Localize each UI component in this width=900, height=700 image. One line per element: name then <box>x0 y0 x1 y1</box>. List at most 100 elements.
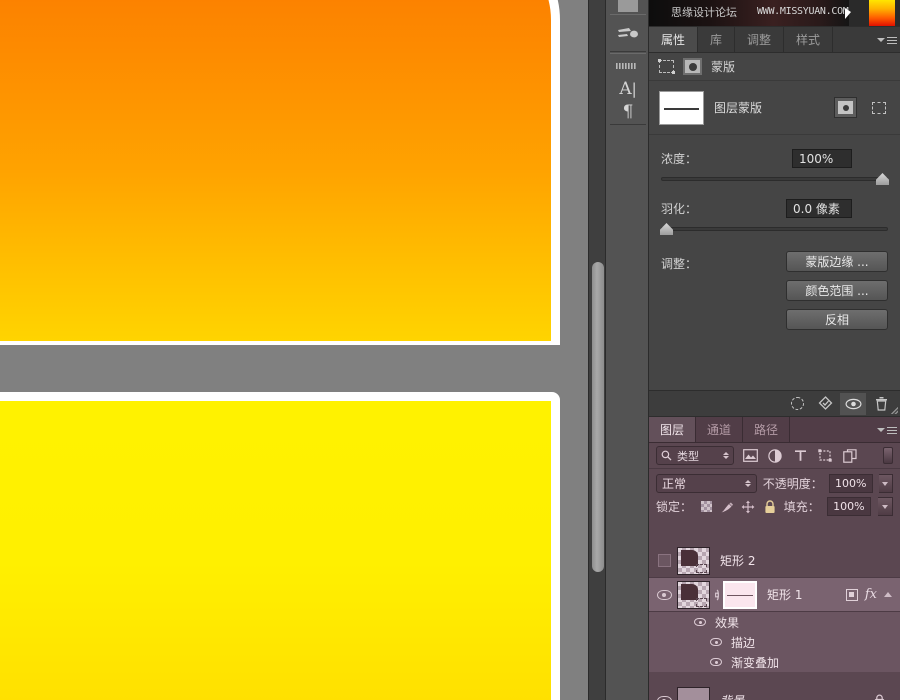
properties-panel: 属性 库 调整 样式 蒙版 图层蒙版 浓度： 100% 羽化： 0.0 像素 调… <box>649 26 900 416</box>
select-pixel-mask-button[interactable] <box>834 97 857 118</box>
layer-visibility-toggle[interactable] <box>651 554 677 567</box>
character-panel-icon[interactable]: A | <box>612 77 644 100</box>
properties-panel-menu-icon[interactable] <box>877 33 897 47</box>
panel-resize-grip[interactable] <box>889 405 898 414</box>
blend-mode-dropdown[interactable]: 正常 <box>656 474 757 493</box>
canvas-gap-band <box>0 345 560 385</box>
vector-mask-icon[interactable] <box>658 59 675 74</box>
density-slider-knob[interactable] <box>876 173 889 185</box>
table-row[interactable]: 背景 <box>649 684 900 700</box>
feather-slider-track[interactable] <box>660 223 888 235</box>
layer-thumbnail[interactable] <box>677 686 710 700</box>
fill-value-input[interactable]: 100% <box>826 497 871 516</box>
filter-shape-icon[interactable] <box>816 447 834 465</box>
canvas-vertical-scrollbar[interactable] <box>588 0 606 700</box>
brush-swatches-icon[interactable] <box>612 18 644 48</box>
dock-group-brush[interactable] <box>610 14 646 52</box>
tab-properties[interactable]: 属性 <box>649 27 699 52</box>
filter-type-text-icon[interactable] <box>791 447 809 465</box>
feather-slider-knob[interactable] <box>660 223 673 235</box>
layer-effect-gradient-overlay[interactable]: 渐变叠加 <box>649 652 900 672</box>
photoshop-window: A| ¶ 思缘设计论坛 WWW.MISSYUAN.COM 属性 库 调整 样式 <box>0 0 900 700</box>
mask-edge-button[interactable]: 蒙版边缘 ... <box>786 251 888 272</box>
dock-group-type[interactable]: A | ¶ <box>610 53 646 125</box>
layer-thumbnail[interactable] <box>677 580 710 609</box>
filter-enable-toggle[interactable] <box>883 447 893 464</box>
gradient-overlay-visibility-toggle[interactable] <box>709 657 723 667</box>
lock-image-icon[interactable] <box>720 499 734 514</box>
blend-mode-row: 正常 不透明度： 100% <box>649 472 900 495</box>
tab-layers[interactable]: 图层 <box>649 417 697 442</box>
watermark-site-name: 思缘设计论坛 <box>671 6 737 19</box>
canvas-shape-orange-rectangle[interactable] <box>0 0 560 350</box>
mask-link-icon[interactable] <box>710 588 723 602</box>
layers-panel: 图层 通道 路径 类型 正常 不透明度： 100% 锁定： 填充： 100% 矩… <box>649 416 900 700</box>
color-range-button[interactable]: 颜色范围 ... <box>786 280 888 301</box>
pixel-mask-icon[interactable] <box>683 58 702 75</box>
layer-mask-thumbnail-row[interactable] <box>723 580 757 609</box>
density-label: 浓度： <box>661 152 698 166</box>
invert-button[interactable]: 反相 <box>786 309 888 330</box>
lock-position-icon[interactable] <box>741 499 755 514</box>
tab-paths[interactable]: 路径 <box>743 417 791 442</box>
layer-effect-stroke[interactable]: 描边 <box>649 632 900 652</box>
density-value-input[interactable]: 100% <box>792 149 852 168</box>
load-selection-from-mask-icon[interactable] <box>784 393 810 415</box>
layer-list: 矩形 2 矩形 1 fx 效果 描边 渐变叠加 <box>649 544 900 700</box>
layer-mask-thumbnail[interactable] <box>659 90 704 125</box>
layer-name[interactable]: 矩形 1 <box>757 586 846 603</box>
character-panel-strip-icon <box>612 54 644 77</box>
properties-tab-bar[interactable]: 属性 库 调整 样式 <box>649 27 900 53</box>
feather-control: 羽化： 0.0 像素 <box>649 185 900 235</box>
filter-pixel-icon[interactable] <box>741 447 759 465</box>
layer-name[interactable]: 背景 <box>710 692 872 700</box>
density-control: 浓度： 100% <box>649 135 900 185</box>
paragraph-panel-icon[interactable]: ¶ <box>612 101 644 124</box>
fill-stepper-arrow[interactable] <box>877 497 893 516</box>
filter-smart-object-icon[interactable] <box>841 447 859 465</box>
fx-badge-icon[interactable]: fx <box>865 587 877 602</box>
layer-effects-group[interactable]: 效果 <box>649 612 900 632</box>
right-panel-dock: 思缘设计论坛 WWW.MISSYUAN.COM 属性 库 调整 样式 蒙版 图层… <box>649 0 900 700</box>
tab-libraries[interactable]: 库 <box>698 27 736 52</box>
opacity-value-input[interactable]: 100% <box>828 474 873 493</box>
lock-label: 锁定： <box>656 500 693 514</box>
tab-adjustments[interactable]: 调整 <box>735 27 785 52</box>
table-row[interactable]: 矩形 1 fx <box>649 578 900 612</box>
canvas-document-area[interactable] <box>0 0 588 700</box>
layers-tab-bar[interactable]: 图层 通道 路径 <box>649 417 900 443</box>
select-vector-mask-button[interactable] <box>867 97 890 118</box>
dock-top-stub <box>618 0 638 12</box>
tab-channels[interactable]: 通道 <box>696 417 744 442</box>
opacity-label: 不透明度： <box>762 477 823 491</box>
feather-value-input[interactable]: 0.0 像素 <box>786 199 852 218</box>
table-row[interactable]: 矩形 2 <box>649 544 900 578</box>
layers-panel-menu-icon[interactable] <box>877 423 897 437</box>
filter-type-dropdown[interactable]: 类型 <box>656 446 734 465</box>
apply-mask-icon[interactable] <box>812 393 838 415</box>
density-slider-track[interactable] <box>661 173 889 185</box>
blend-mode-value: 正常 <box>662 477 687 491</box>
feather-label: 羽化： <box>661 202 698 216</box>
layer-visibility-toggle[interactable] <box>651 695 677 700</box>
scrollbar-thumb[interactable] <box>592 262 604 572</box>
toggle-mask-visibility-icon[interactable] <box>840 392 866 415</box>
canvas-shape-yellow-rectangle[interactable] <box>0 392 560 700</box>
filter-adjustment-icon[interactable] <box>766 447 784 465</box>
layer-name[interactable]: 矩形 2 <box>710 552 900 569</box>
properties-panel-footer <box>649 390 900 416</box>
properties-header: 蒙版 <box>649 53 900 81</box>
tab-styles[interactable]: 样式 <box>784 27 834 52</box>
expand-effects-icon[interactable] <box>884 592 892 597</box>
layer-visibility-toggle[interactable] <box>651 589 677 600</box>
layer-thumbnail[interactable] <box>677 546 710 575</box>
opacity-stepper-arrow[interactable] <box>878 474 893 493</box>
watermark-url: WWW.MISSYUAN.COM <box>757 6 849 17</box>
effect-name-stroke: 描边 <box>731 635 756 650</box>
stroke-visibility-toggle[interactable] <box>709 637 723 647</box>
properties-header-label: 蒙版 <box>711 60 736 74</box>
lock-all-icon[interactable] <box>763 499 777 514</box>
collapsed-panel-dock[interactable]: A | ¶ <box>607 0 649 700</box>
lock-transparency-icon[interactable] <box>699 499 713 514</box>
effects-visibility-toggle[interactable] <box>693 617 707 627</box>
